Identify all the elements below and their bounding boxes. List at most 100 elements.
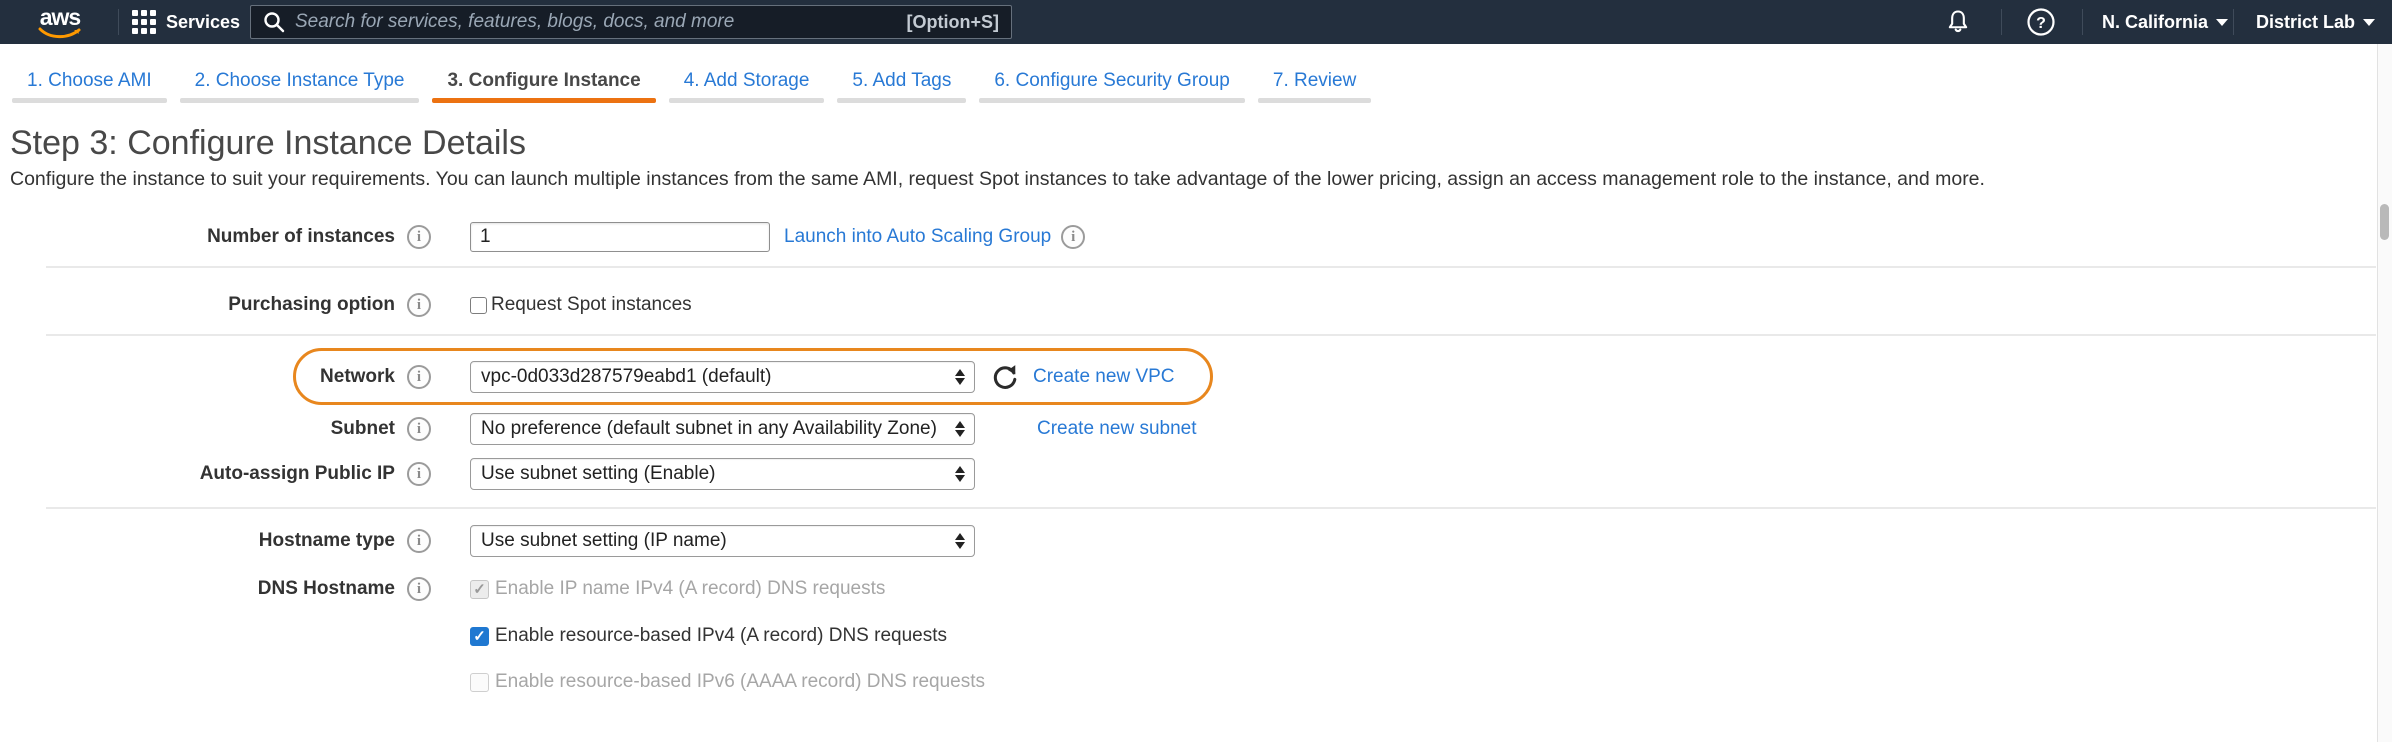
network-select[interactable]: vpc-0d033d287579eabd1 (default): [470, 361, 975, 393]
info-icon[interactable]: i: [407, 462, 431, 486]
vertical-scrollbar-thumb[interactable]: [2380, 204, 2389, 240]
dns-hostname-label: DNS Hostname: [0, 578, 395, 600]
tab-add-tags[interactable]: 5. Add Tags: [837, 68, 966, 103]
tab-underline: [1258, 98, 1371, 103]
info-icon[interactable]: i: [407, 529, 431, 553]
request-spot-instances-checkbox[interactable]: [470, 297, 487, 314]
refresh-icon: [991, 363, 1019, 391]
chevron-down-icon: [2216, 19, 2228, 26]
topbar-divider: [118, 9, 119, 35]
auto-assign-public-ip-select[interactable]: Use subnet setting (Enable): [470, 458, 975, 490]
enable-resource-based-ipv4-dns-label: Enable resource-based IPv4 (A record) DN…: [495, 625, 947, 647]
tab-configure-instance[interactable]: 3. Configure Instance: [432, 68, 655, 103]
info-icon[interactable]: i: [407, 293, 431, 317]
tab-underline: [837, 98, 966, 103]
account-menu[interactable]: District Lab: [2256, 0, 2375, 44]
row-auto-assign-public-ip: Auto-assign Public IP i Use subnet setti…: [0, 457, 2300, 491]
tab-label: 5. Add Tags: [837, 68, 966, 94]
launch-into-auto-scaling-group-link[interactable]: Launch into Auto Scaling Group: [784, 226, 1051, 248]
create-new-vpc-link[interactable]: Create new VPC: [1033, 366, 1175, 388]
enable-resource-based-ipv6-dns-checkbox: [470, 673, 489, 692]
hostname-type-select[interactable]: Use subnet setting (IP name): [470, 525, 975, 557]
network-label: Network: [0, 366, 395, 388]
auto-assign-public-ip-value: Use subnet setting (Enable): [481, 463, 715, 485]
search-icon: [263, 11, 285, 33]
tab-choose-instance-type[interactable]: 2. Choose Instance Type: [180, 68, 420, 103]
account-label: District Lab: [2256, 12, 2355, 33]
enable-ip-name-ipv4-dns-checkbox: [470, 580, 489, 599]
row-number-of-instances: Number of instances i Launch into Auto S…: [0, 220, 2300, 254]
tab-label: 7. Review: [1258, 68, 1371, 94]
tab-label: 4. Add Storage: [669, 68, 825, 94]
number-of-instances-label: Number of instances: [0, 226, 395, 248]
aws-logo-text: aws: [34, 7, 86, 27]
row-dns-hostname: DNS Hostname i Enable IP name IPv4 (A re…: [0, 572, 2300, 606]
info-icon[interactable]: i: [1061, 225, 1085, 249]
vertical-scrollbar-track[interactable]: [2377, 44, 2392, 742]
search-input[interactable]: Search for services, features, blogs, do…: [250, 5, 1012, 39]
row-network: Network i vpc-0d033d287579eabd1 (default…: [0, 360, 2300, 394]
tab-underline: [669, 98, 825, 103]
page-title: Step 3: Configure Instance Details: [10, 124, 526, 163]
subnet-select-value: No preference (default subnet in any Ava…: [481, 418, 937, 440]
section-divider: [46, 266, 2376, 268]
svg-text:?: ?: [2036, 15, 2046, 32]
search-shortcut-hint: [Option+S]: [907, 12, 1000, 33]
topbar-divider: [2233, 9, 2234, 35]
select-spinner-icon: [955, 533, 965, 549]
help-button[interactable]: ?: [2026, 0, 2056, 44]
chevron-down-icon: [2363, 19, 2375, 26]
info-icon[interactable]: i: [407, 577, 431, 601]
number-of-instances-input[interactable]: [470, 222, 770, 252]
services-label: Services: [166, 12, 240, 33]
row-purchasing-option: Purchasing option i Request Spot instanc…: [0, 288, 2300, 322]
select-spinner-icon: [955, 466, 965, 482]
question-mark-icon: ?: [2026, 7, 2056, 37]
aws-logo[interactable]: aws: [34, 7, 86, 39]
row-hostname-type: Hostname type i Use subnet setting (IP n…: [0, 524, 2300, 558]
tab-label: 2. Choose Instance Type: [180, 68, 420, 94]
info-icon[interactable]: i: [407, 417, 431, 441]
network-select-value: vpc-0d033d287579eabd1 (default): [481, 366, 772, 388]
tab-underline: [979, 98, 1245, 103]
row-dns-hostname-option-2: Enable resource-based IPv4 (A record) DN…: [0, 619, 2300, 653]
topbar-divider: [2082, 9, 2083, 35]
region-selector[interactable]: N. California: [2102, 0, 2228, 44]
bell-icon: [1944, 8, 1972, 36]
tab-choose-ami[interactable]: 1. Choose AMI: [12, 68, 167, 103]
section-divider: [46, 507, 2376, 509]
row-subnet: Subnet i No preference (default subnet i…: [0, 412, 2300, 446]
region-label: N. California: [2102, 12, 2208, 33]
enable-resource-based-ipv6-dns-label: Enable resource-based IPv6 (AAAA record)…: [495, 671, 985, 693]
section-divider: [46, 334, 2376, 336]
services-grid-icon: [132, 10, 156, 34]
aws-console-topbar: aws Services Search for services,: [0, 0, 2392, 44]
topbar-divider: [2001, 9, 2002, 35]
tab-label: 3. Configure Instance: [432, 68, 655, 94]
tab-underline-active: [432, 98, 655, 103]
page-description: Configure the instance to suit your requ…: [10, 168, 1985, 191]
tab-add-storage[interactable]: 4. Add Storage: [669, 68, 825, 103]
refresh-vpc-button[interactable]: [991, 363, 1019, 391]
search-placeholder: Search for services, features, blogs, do…: [295, 11, 897, 33]
enable-resource-based-ipv4-dns-checkbox[interactable]: [470, 627, 489, 646]
subnet-select[interactable]: No preference (default subnet in any Ava…: [470, 413, 975, 445]
auto-assign-public-ip-label: Auto-assign Public IP: [0, 463, 395, 485]
services-menu[interactable]: Services: [132, 0, 240, 44]
purchasing-option-label: Purchasing option: [0, 294, 395, 316]
request-spot-instances-label: Request Spot instances: [491, 294, 692, 316]
select-spinner-icon: [955, 421, 965, 437]
notifications-button[interactable]: [1944, 0, 1972, 44]
tab-label: 6. Configure Security Group: [979, 68, 1245, 94]
tab-configure-security-group[interactable]: 6. Configure Security Group: [979, 68, 1245, 103]
tab-underline: [12, 98, 167, 103]
create-new-subnet-link[interactable]: Create new subnet: [1037, 418, 1197, 440]
info-icon[interactable]: i: [407, 225, 431, 249]
subnet-label: Subnet: [0, 418, 395, 440]
tab-underline: [180, 98, 420, 103]
ec2-launch-wizard-screen: aws Services Search for services,: [0, 0, 2392, 742]
tab-review[interactable]: 7. Review: [1258, 68, 1371, 103]
info-icon[interactable]: i: [407, 365, 431, 389]
enable-ip-name-ipv4-dns-label: Enable IP name IPv4 (A record) DNS reque…: [495, 578, 885, 600]
hostname-type-value: Use subnet setting (IP name): [481, 530, 727, 552]
